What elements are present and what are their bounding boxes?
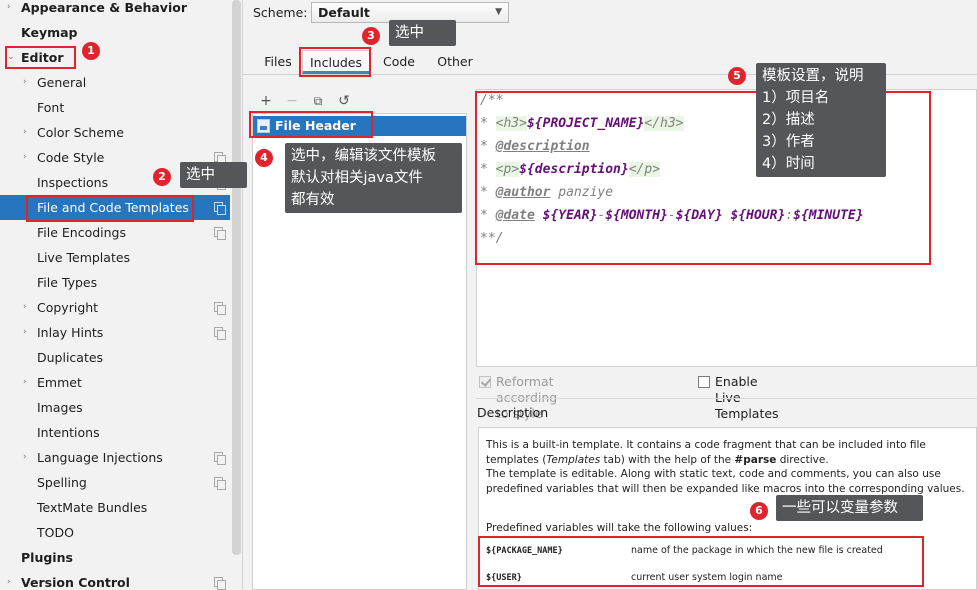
annotation-marker-6: 6 — [750, 502, 768, 520]
sidebar-item-label: Images — [37, 400, 83, 415]
chevron-right-icon[interactable]: › — [23, 120, 27, 145]
chevron-down-icon: ▼ — [495, 7, 502, 17]
sidebar-item-label: Inspections — [37, 175, 109, 190]
sidebar-item-label: TODO — [37, 525, 74, 540]
chevron-right-icon[interactable]: › — [23, 145, 27, 170]
chevron-right-icon[interactable]: › — [7, 0, 11, 20]
sidebar-item-spelling[interactable]: Spelling — [0, 470, 230, 495]
annotation-marker-4: 4 — [255, 149, 273, 167]
annotation-callout-2: 选中 — [180, 162, 247, 188]
annotation-callout-5: 模板设置，说明 1）项目名 2）描述 3）作者 4）时间 — [756, 63, 886, 177]
sidebar-item-label: Duplicates — [37, 350, 104, 365]
reformat-checkbox — [479, 376, 491, 388]
sidebar-item-images[interactable]: Images — [0, 395, 230, 420]
tab-files[interactable]: Files — [256, 50, 300, 74]
scheme-label: Scheme: — [253, 5, 308, 20]
sidebar-item-label: Language Injections — [37, 450, 163, 465]
project-scope-icon — [214, 452, 226, 465]
chevron-right-icon[interactable]: › — [7, 570, 11, 590]
chevron-right-icon[interactable]: › — [23, 445, 27, 470]
reset-icon[interactable]: ↺ — [334, 90, 354, 112]
sidebar-item-inlay-hints[interactable]: › Inlay Hints — [0, 320, 230, 345]
sidebar-item-color-scheme[interactable]: › Color Scheme — [0, 120, 230, 145]
project-scope-icon — [214, 477, 226, 490]
sidebar-item-file-encodings[interactable]: File Encodings — [0, 220, 230, 245]
annotation-marker-2: 2 — [153, 168, 171, 186]
sidebar-item-label: Spelling — [37, 475, 87, 490]
annotation-callout-3: 选中 — [389, 20, 456, 46]
sidebar-item-language-injections[interactable]: › Language Injections — [0, 445, 230, 470]
sidebar-item-label: Copyright — [37, 300, 99, 315]
annotation-marker-3: 3 — [362, 27, 380, 45]
tab-code[interactable]: Code — [377, 50, 421, 74]
sidebar-item-label: Live Templates — [37, 250, 131, 265]
annotation-callout-6: 一些可以变量参数 — [776, 495, 923, 521]
sidebar-item-duplicates[interactable]: Duplicates — [0, 345, 230, 370]
sidebar-item-plugins[interactable]: Plugins — [0, 545, 230, 570]
sidebar-item-todo[interactable]: TODO — [0, 520, 230, 545]
chevron-right-icon[interactable]: › — [23, 295, 27, 320]
sidebar-item-label: Color Scheme — [37, 125, 124, 140]
sidebar-item-general[interactable]: › General — [0, 70, 230, 95]
sidebar-item-keymap[interactable]: Keymap — [0, 20, 230, 45]
project-scope-icon — [214, 302, 226, 315]
highlight-file-header — [249, 111, 373, 138]
sidebar-item-label: Keymap — [21, 25, 78, 40]
sidebar-item-label: File Encodings — [37, 225, 127, 240]
sidebar-item-label: Version Control — [21, 575, 130, 590]
sidebar-item-label: Font — [37, 100, 65, 115]
chevron-right-icon[interactable]: › — [23, 370, 27, 395]
sidebar-item-label: Inlay Hints — [37, 325, 104, 340]
project-scope-icon — [214, 227, 226, 240]
highlight-includes-tab — [299, 47, 371, 77]
description-title: Description — [477, 405, 549, 420]
tab-other[interactable]: Other — [430, 50, 480, 74]
highlight-variables — [478, 536, 924, 587]
description-divider — [476, 398, 977, 399]
sidebar-item-label: Appearance & Behavior — [21, 0, 187, 15]
settings-tree: › Appearance & Behavior Keymap ⌄ Editor › Gene… — [0, 0, 243, 590]
sidebar-item-emmet[interactable]: › Emmet — [0, 370, 230, 395]
sidebar-item-copyright[interactable]: › Copyright — [0, 295, 230, 320]
sidebar-item-version-control[interactable]: › Version Control — [0, 570, 230, 590]
add-icon[interactable]: + — [256, 90, 276, 112]
sidebar-item-textmate-bundles[interactable]: TextMate Bundles — [0, 495, 230, 520]
project-scope-icon — [214, 577, 226, 590]
remove-icon[interactable]: − — [282, 90, 302, 112]
project-scope-icon — [214, 327, 226, 340]
annotation-marker-5: 5 — [728, 67, 746, 85]
project-scope-icon — [214, 202, 226, 215]
live-templates-checkbox[interactable] — [698, 376, 710, 388]
sidebar-item-label: Plugins — [21, 550, 73, 565]
sidebar-item-label: General — [37, 75, 87, 90]
highlight-file-and-code-templates — [26, 195, 194, 222]
copy-icon[interactable]: ⧉ — [308, 90, 328, 112]
sidebar-item-label: Intentions — [37, 425, 100, 440]
sidebar-item-appearance-behavior[interactable]: › Appearance & Behavior — [0, 0, 230, 20]
sidebar-item-file-types[interactable]: File Types — [0, 270, 230, 295]
sidebar-item-label: TextMate Bundles — [37, 500, 148, 515]
chevron-right-icon[interactable]: › — [23, 70, 27, 95]
description-text: This is a built-in template. It contains… — [486, 439, 965, 495]
scheme-value: Default — [318, 5, 370, 20]
annotation-marker-1: 1 — [82, 42, 100, 60]
sidebar-item-label: File Types — [37, 275, 98, 290]
sidebar-item-font[interactable]: Font — [0, 95, 230, 120]
highlight-editor — [5, 46, 76, 69]
sidebar-item-live-templates[interactable]: Live Templates — [0, 245, 230, 270]
sidebar-item-intentions[interactable]: Intentions — [0, 420, 230, 445]
chevron-right-icon[interactable]: › — [23, 320, 27, 345]
sidebar-item-label: Code Style — [37, 150, 105, 165]
sidebar-item-label: Emmet — [37, 375, 82, 390]
predefined-variables-intro: Predefined variables will take the follo… — [486, 522, 753, 534]
tree-scrollbar[interactable] — [232, 0, 241, 555]
annotation-callout-4: 选中，编辑该文件模板 默认对相关java文件 都有效 — [285, 143, 462, 213]
